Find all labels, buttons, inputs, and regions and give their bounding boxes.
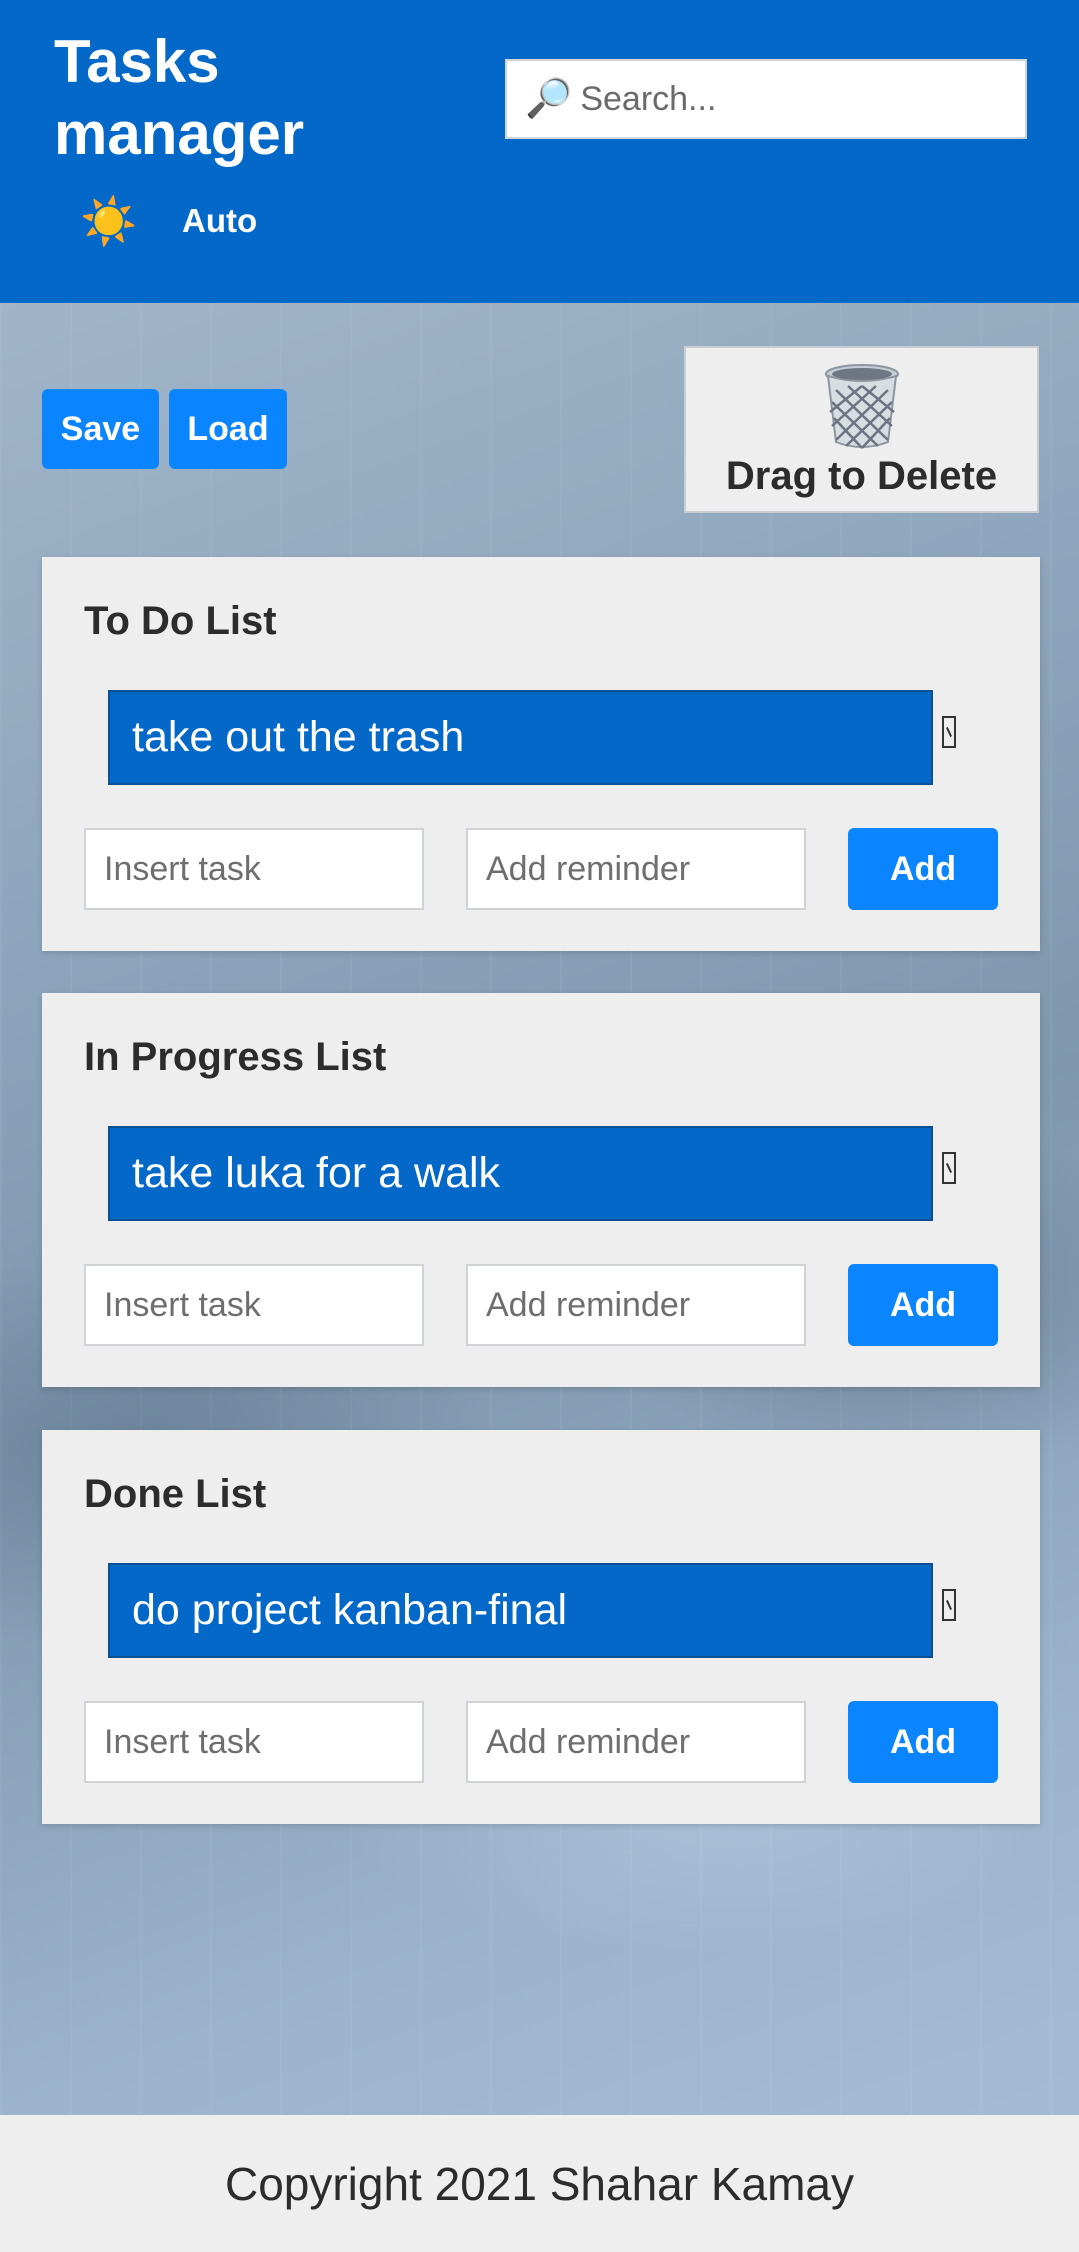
todo-list-title: To Do List xyxy=(84,599,277,643)
app-header: Tasks manager ☀️ Auto 🔎 xyxy=(0,0,1079,303)
insert-task-input[interactable] xyxy=(84,828,424,910)
save-button[interactable]: Save xyxy=(42,389,159,469)
task-item[interactable]: take luka for a walk xyxy=(108,1126,933,1221)
missing-glyph-icon[interactable] xyxy=(942,1589,956,1621)
task-item[interactable]: do project kanban-final xyxy=(108,1563,933,1658)
done-list-title: Done List xyxy=(84,1472,267,1516)
insert-task-input[interactable] xyxy=(84,1264,424,1346)
trash-can-icon xyxy=(824,364,899,449)
add-task-button[interactable]: Add xyxy=(848,1264,998,1346)
footer: Copyright 2021 Shahar Kamay xyxy=(0,2115,1079,2252)
search-box[interactable]: 🔎 xyxy=(505,59,1027,139)
in-progress-list-title: In Progress List xyxy=(84,1035,387,1079)
add-reminder-input[interactable] xyxy=(466,828,806,910)
done-list-section: Done List do project kanban-final Add xyxy=(42,1430,1040,1824)
add-reminder-input[interactable] xyxy=(466,1264,806,1346)
in-progress-list-section: In Progress List take luka for a walk Ad… xyxy=(42,993,1040,1387)
missing-glyph-icon[interactable] xyxy=(942,716,956,748)
add-reminder-input[interactable] xyxy=(466,1701,806,1783)
search-icon: 🔎 xyxy=(525,78,573,120)
search-input[interactable] xyxy=(578,78,1003,120)
todo-list-section: To Do List take out the trash Add xyxy=(42,557,1040,951)
theme-mode-label[interactable]: Auto xyxy=(182,202,257,240)
sun-icon[interactable]: ☀️ xyxy=(80,196,137,246)
add-task-button[interactable]: Add xyxy=(848,828,998,910)
insert-task-input[interactable] xyxy=(84,1701,424,1783)
missing-glyph-icon[interactable] xyxy=(942,1152,956,1184)
copyright-text: Copyright 2021 Shahar Kamay xyxy=(224,2157,855,2210)
load-button[interactable]: Load xyxy=(169,389,287,469)
drag-to-delete-label: Drag to Delete xyxy=(725,454,998,498)
drag-to-delete-zone[interactable]: Drag to Delete xyxy=(684,346,1039,513)
page-title: Tasks manager xyxy=(54,28,305,167)
task-item[interactable]: take out the trash xyxy=(108,690,933,785)
add-task-button[interactable]: Add xyxy=(848,1701,998,1783)
